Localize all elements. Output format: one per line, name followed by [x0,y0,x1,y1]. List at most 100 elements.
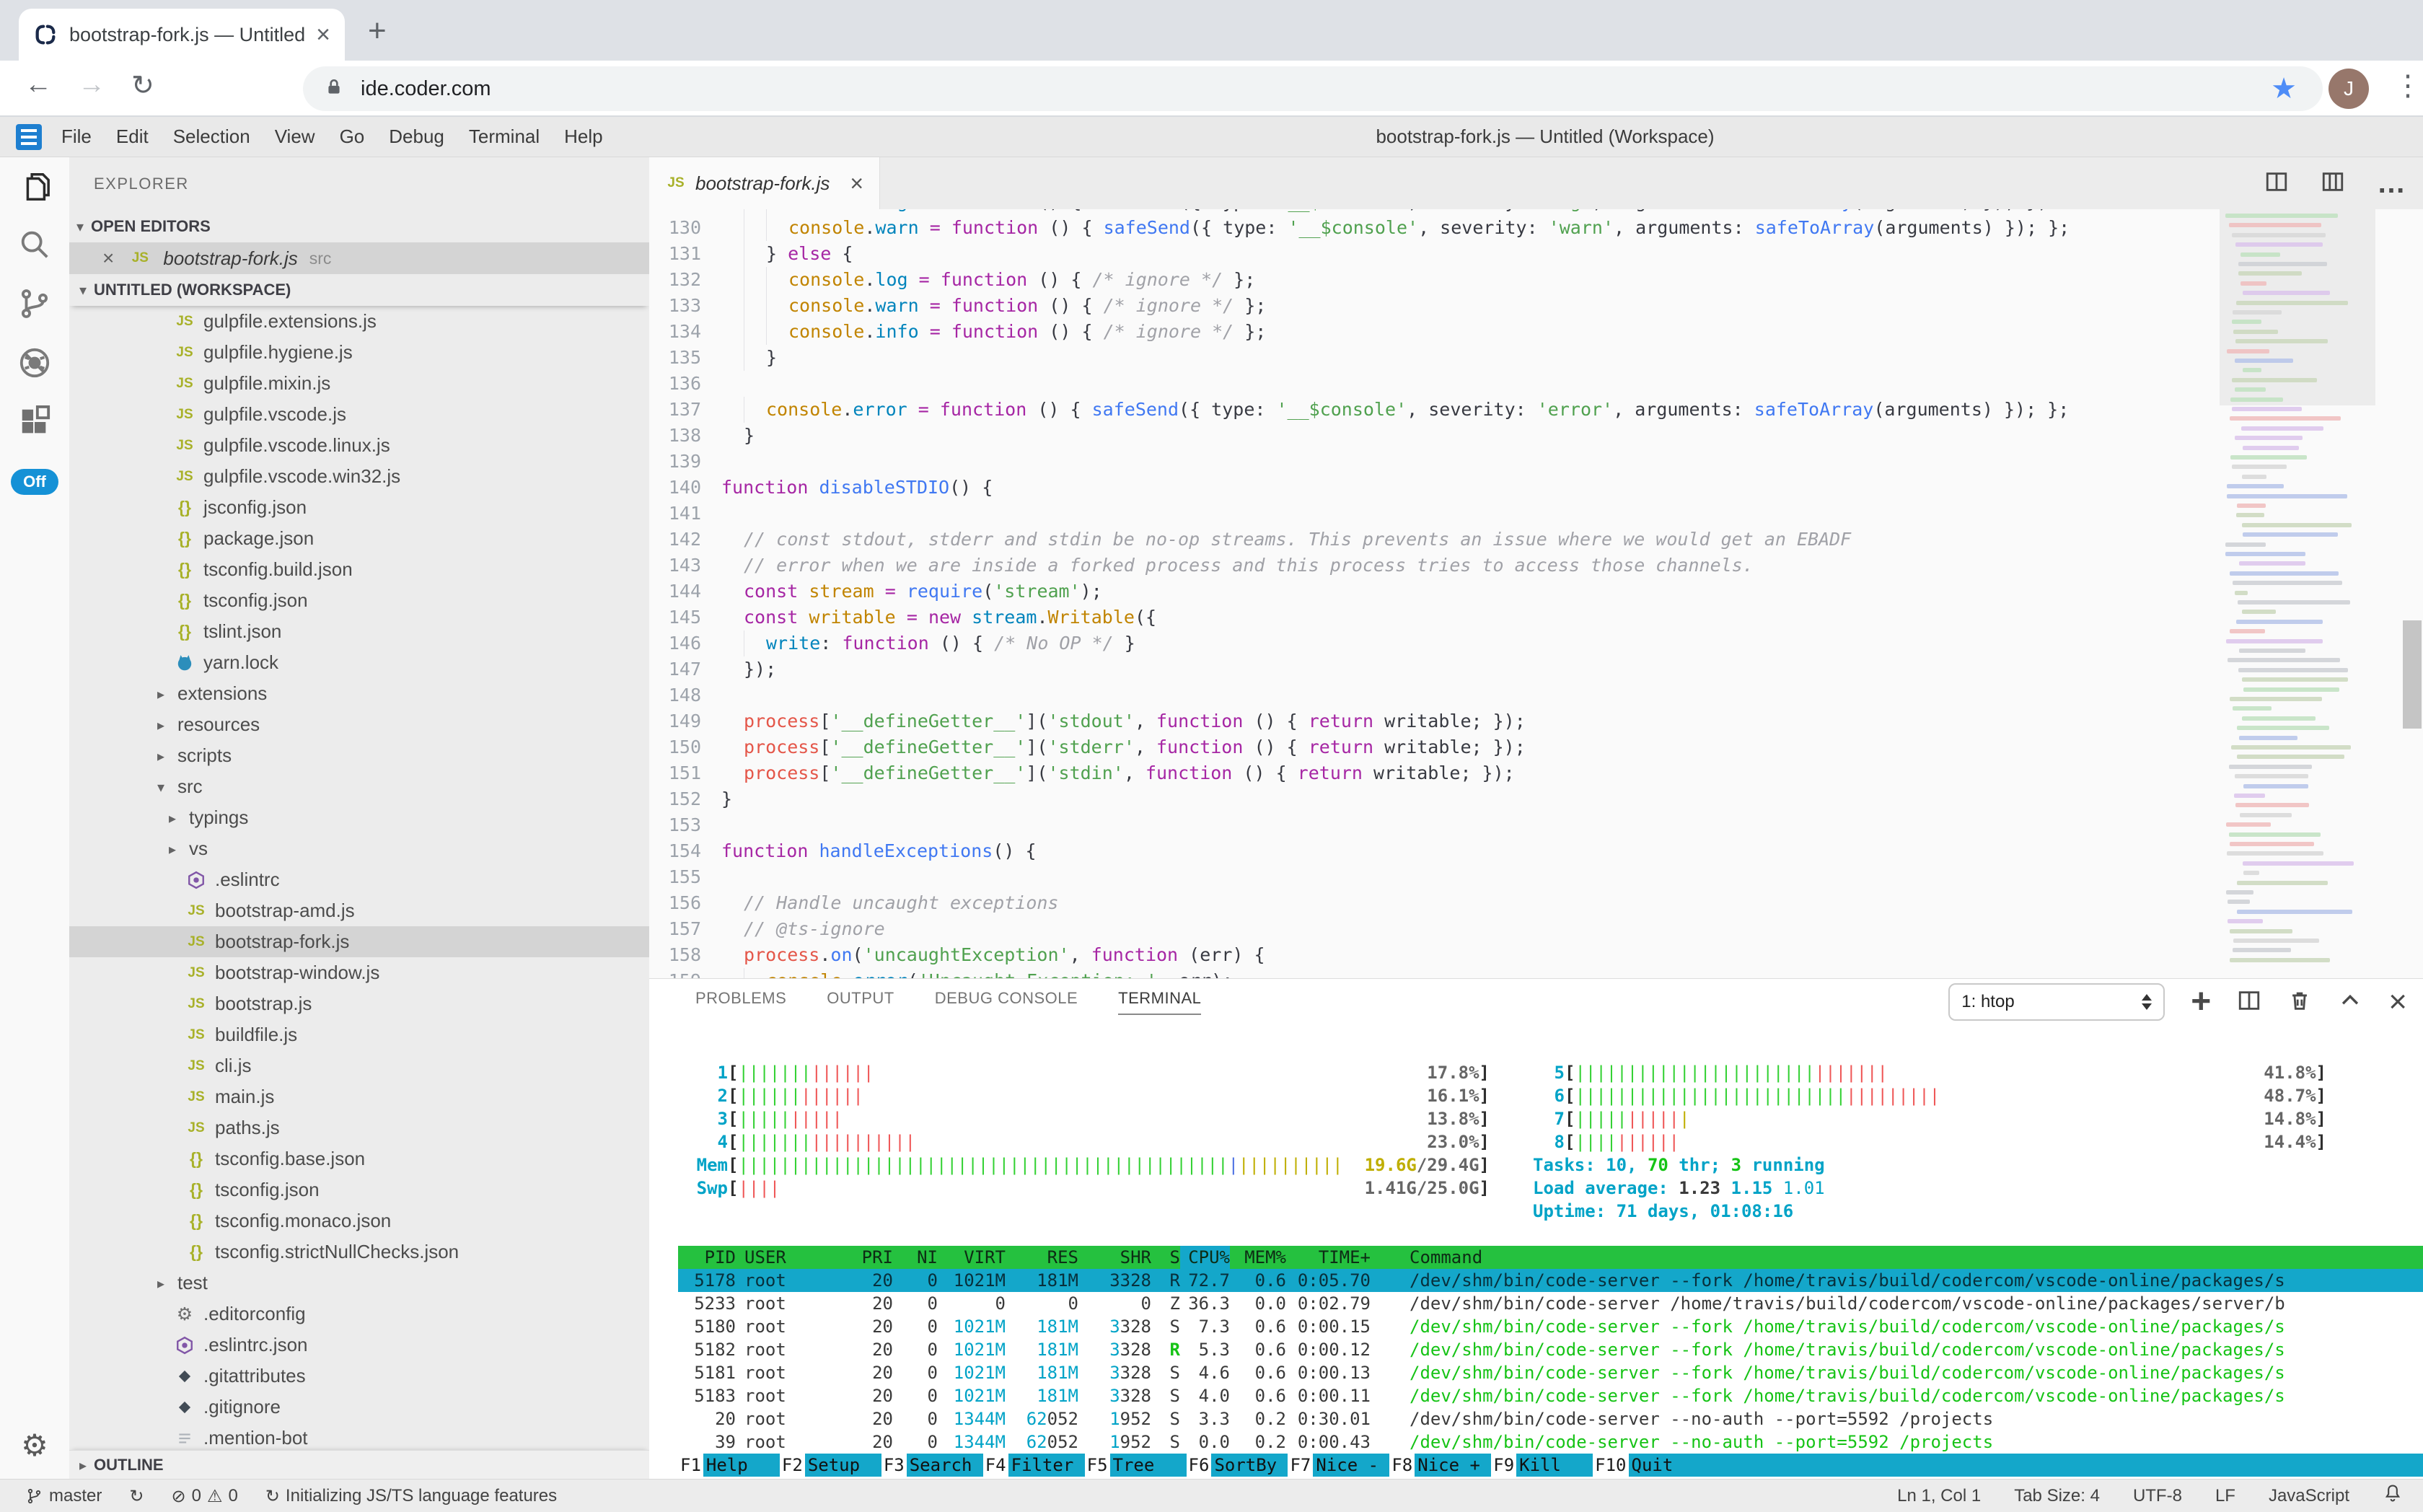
fkey-f5[interactable]: F5 [1085,1454,1110,1477]
process-row-5178[interactable]: 5178root2001021M181M3328R72.70.60:05.70/… [678,1269,2423,1292]
process-row-5233[interactable]: 5233root200000Z36.30.00:02.79/dev/shm/bi… [678,1292,2423,1315]
avatar[interactable]: J [2329,69,2369,109]
fkey-f10[interactable]: F10 [1593,1454,1628,1477]
status-item-tab-size-4[interactable]: Tab Size: 4 [2014,1486,2100,1506]
column-header-ni[interactable]: NI [893,1246,938,1269]
minimap[interactable] [2220,209,2375,978]
tree-item-gulpfile-hygiene-js[interactable]: JSgulpfile.hygiene.js [69,337,649,368]
fkey-label-sortby[interactable]: SortBy [1211,1454,1288,1477]
tree-item-bootstrap-window-js[interactable]: JSbootstrap-window.js [69,957,649,988]
settings-gear-icon[interactable]: ⚙ [21,1428,48,1463]
process-row-39[interactable]: 39root2001344M620521952S0.00.20:00.43/de… [678,1430,2423,1454]
tree-item-eslintrc-json[interactable]: .eslintrc.json [69,1329,649,1361]
status-item-ln-1-col-1[interactable]: Ln 1, Col 1 [1897,1486,1981,1506]
tree-item-jsconfig-json[interactable]: {}jsconfig.json [69,492,649,523]
tree-item-tsconfig-build-json[interactable]: {}tsconfig.build.json [69,554,649,585]
new-tab-button[interactable]: + [368,13,387,49]
browser-tab[interactable]: bootstrap-fork.js — Untitled (W × [19,9,345,61]
fkey-f3[interactable]: F3 [881,1454,907,1477]
browser-menu-icon[interactable]: ⋮ [2393,69,2422,102]
debug-disabled-icon[interactable] [18,346,51,379]
split-terminal-icon[interactable] [2237,988,2261,1016]
menu-item-edit[interactable]: Edit [104,126,161,148]
close-icon[interactable]: × [102,247,114,270]
source-control-icon[interactable] [18,287,51,320]
status-item-utf-8[interactable]: UTF-8 [2133,1486,2182,1506]
tree-item-vs[interactable]: ▸vs [69,833,649,864]
tree-item-tsconfig-base-json[interactable]: {}tsconfig.base.json [69,1143,649,1174]
tree-item-tslint-json[interactable]: {}tslint.json [69,616,649,647]
browser-tab-close-icon[interactable]: × [316,21,330,49]
open-editors-header[interactable]: ▾ OPEN EDITORS [69,211,649,242]
maximize-panel-icon[interactable] [2338,988,2362,1016]
column-header-cpu[interactable]: CPU% [1180,1246,1230,1269]
terminal[interactable]: 1[|||||||||||||17.8%]5[|||||||||||||||||… [649,1018,2423,1479]
kill-terminal-icon[interactable] [2287,988,2312,1016]
tree-item-yarn-lock[interactable]: yarn.lock [69,647,649,678]
tree-item-buildfile-js[interactable]: JSbuildfile.js [69,1019,649,1050]
process-row-5180[interactable]: 5180root2001021M181M3328S7.30.60:00.15/d… [678,1315,2423,1338]
fkey-f9[interactable]: F9 [1491,1454,1516,1477]
tree-item-package-json[interactable]: {}package.json [69,523,649,554]
explorer-icon[interactable] [18,170,51,203]
status-item-lf[interactable]: LF [2215,1486,2235,1506]
tree-item-cli-js[interactable]: JScli.js [69,1050,649,1081]
menu-item-help[interactable]: Help [552,126,615,148]
fkey-f6[interactable]: F6 [1187,1454,1212,1477]
fkey-label-filter[interactable]: Filter [1008,1454,1085,1477]
new-terminal-icon[interactable]: + [2191,990,2211,1014]
tree-item-test[interactable]: ▸test [69,1267,649,1298]
fkey-label-kill[interactable]: Kill [1516,1454,1593,1477]
menu-item-terminal[interactable]: Terminal [457,126,552,148]
column-header-mem[interactable]: MEM% [1230,1246,1286,1269]
fkey-label-nice[interactable]: Nice - [1313,1454,1389,1477]
menu-item-debug[interactable]: Debug [377,126,457,148]
tree-item-tsconfig-json[interactable]: {}tsconfig.json [69,585,649,616]
panel-tab-terminal[interactable]: TERMINAL [1118,989,1201,1008]
forward-icon[interactable]: → [78,69,105,100]
tree-item-editorconfig[interactable]: ⚙.editorconfig [69,1298,649,1329]
tree-item-paths-js[interactable]: JSpaths.js [69,1112,649,1143]
tree-item-scripts[interactable]: ▸scripts [69,740,649,771]
tree-item-gulpfile-vscode-js[interactable]: JSgulpfile.vscode.js [69,399,649,430]
tree-item-bootstrap-amd-js[interactable]: JSbootstrap-amd.js [69,895,649,926]
process-row-20[interactable]: 20root2001344M620521952S3.30.20:30.01/de… [678,1407,2423,1430]
menu-item-file[interactable]: File [49,126,104,148]
tree-item-tsconfig-strictnullchecks-json[interactable]: {}tsconfig.strictNullChecks.json [69,1236,649,1267]
tree-item-tsconfig-monaco-json[interactable]: {}tsconfig.monaco.json [69,1205,649,1236]
menu-item-selection[interactable]: Selection [161,126,263,148]
fkey-label-help[interactable]: Help [703,1454,780,1477]
tree-item-src[interactable]: ▾src [69,771,649,802]
tree-item-gulpfile-vscode-win32-js[interactable]: JSgulpfile.vscode.win32.js [69,461,649,492]
column-header-pid[interactable]: PID [687,1246,736,1269]
toggle-layout-icon[interactable] [2321,170,2345,198]
process-row-5181[interactable]: 5181root2001021M181M3328S4.60.60:00.13/d… [678,1361,2423,1384]
problems-item[interactable]: ⊘ 0 ⚠ 0 [162,1486,246,1506]
fkey-label-nice[interactable]: Nice + [1415,1454,1491,1477]
tree-item-gulpfile-extensions-js[interactable]: JSgulpfile.extensions.js [69,306,649,337]
process-row-5182[interactable]: 5182root2001021M181M3328R5.30.60:00.12/d… [678,1338,2423,1361]
tree-item-bootstrap-js[interactable]: JSbootstrap.js [69,988,649,1019]
menu-item-go[interactable]: Go [327,126,377,148]
tree-item-typings[interactable]: ▸typings [69,802,649,833]
back-icon[interactable]: ← [25,69,52,100]
tree-item-main-js[interactable]: JSmain.js [69,1081,649,1112]
extensions-icon[interactable] [18,405,51,439]
menu-item-view[interactable]: View [263,126,327,148]
outline-header[interactable]: ▸ OUTLINE [69,1450,649,1479]
process-row-5183[interactable]: 5183root2001021M181M3328S4.00.60:00.11/d… [678,1384,2423,1407]
split-editor-icon[interactable] [2264,170,2289,198]
tree-item-gitignore[interactable]: .gitignore [69,1392,649,1423]
fkey-f1[interactable]: F1 [678,1454,703,1477]
tree-item-gitattributes[interactable]: .gitattributes [69,1361,649,1392]
column-header-s[interactable]: S [1151,1246,1180,1269]
terminal-selector[interactable]: 1: htop [1948,983,2165,1021]
tree-item-bootstrap-fork-js[interactable]: JSbootstrap-fork.js [69,926,649,957]
url-bar[interactable]: ide.coder.com ★ [303,66,2323,111]
tree-item-eslintrc[interactable]: .eslintrc [69,864,649,895]
language-status-item[interactable]: ↻ Initializing JS/TS language features [257,1486,566,1506]
open-editor-item[interactable]: × JS bootstrap-fork.js src [69,242,649,274]
fkey-f2[interactable]: F2 [780,1454,805,1477]
fkey-label-setup[interactable]: Setup [805,1454,881,1477]
close-panel-icon[interactable]: × [2388,990,2407,1014]
